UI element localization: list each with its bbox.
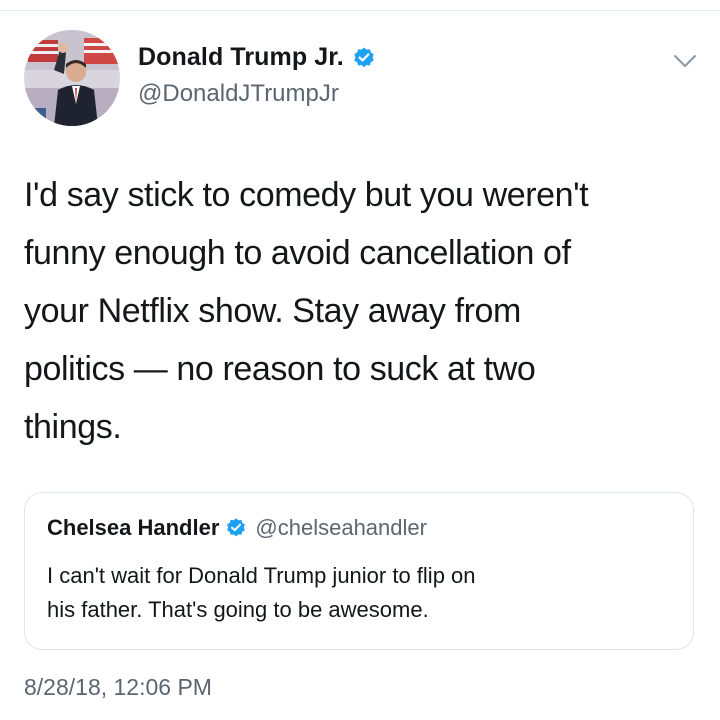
tweet: YO Donald Trump Jr. @DonaldJTrumpJr I'd …	[0, 0, 720, 720]
quoted-tweet-text: I can't wait for Donald Trump junior to …	[47, 563, 476, 622]
avatar-photo: YO	[24, 30, 120, 126]
author-name-row[interactable]: Donald Trump Jr.	[138, 43, 376, 72]
quoted-author-handle: @chelseahandler	[255, 515, 427, 540]
quoted-author-display-name: Chelsea Handler	[47, 515, 220, 540]
author-display-name[interactable]: Donald Trump Jr.	[138, 43, 344, 72]
tweet-timestamp[interactable]: 8/28/18, 12:06 PM	[24, 674, 212, 701]
quoted-tweet-header: Chelsea Handler @chelseahandler	[47, 515, 427, 541]
tweet-text: I'd say stick to comedy but you weren't …	[24, 176, 589, 446]
avatar[interactable]: YO	[24, 30, 120, 126]
quoted-tweet-card[interactable]: Chelsea Handler @chelseahandler I can't …	[24, 492, 694, 650]
author-handle[interactable]: @DonaldJTrumpJr	[138, 80, 339, 108]
verified-badge-icon	[225, 517, 247, 539]
svg-text:YO: YO	[26, 109, 38, 118]
verified-badge-icon	[352, 46, 376, 70]
chevron-down-icon[interactable]	[672, 52, 698, 70]
